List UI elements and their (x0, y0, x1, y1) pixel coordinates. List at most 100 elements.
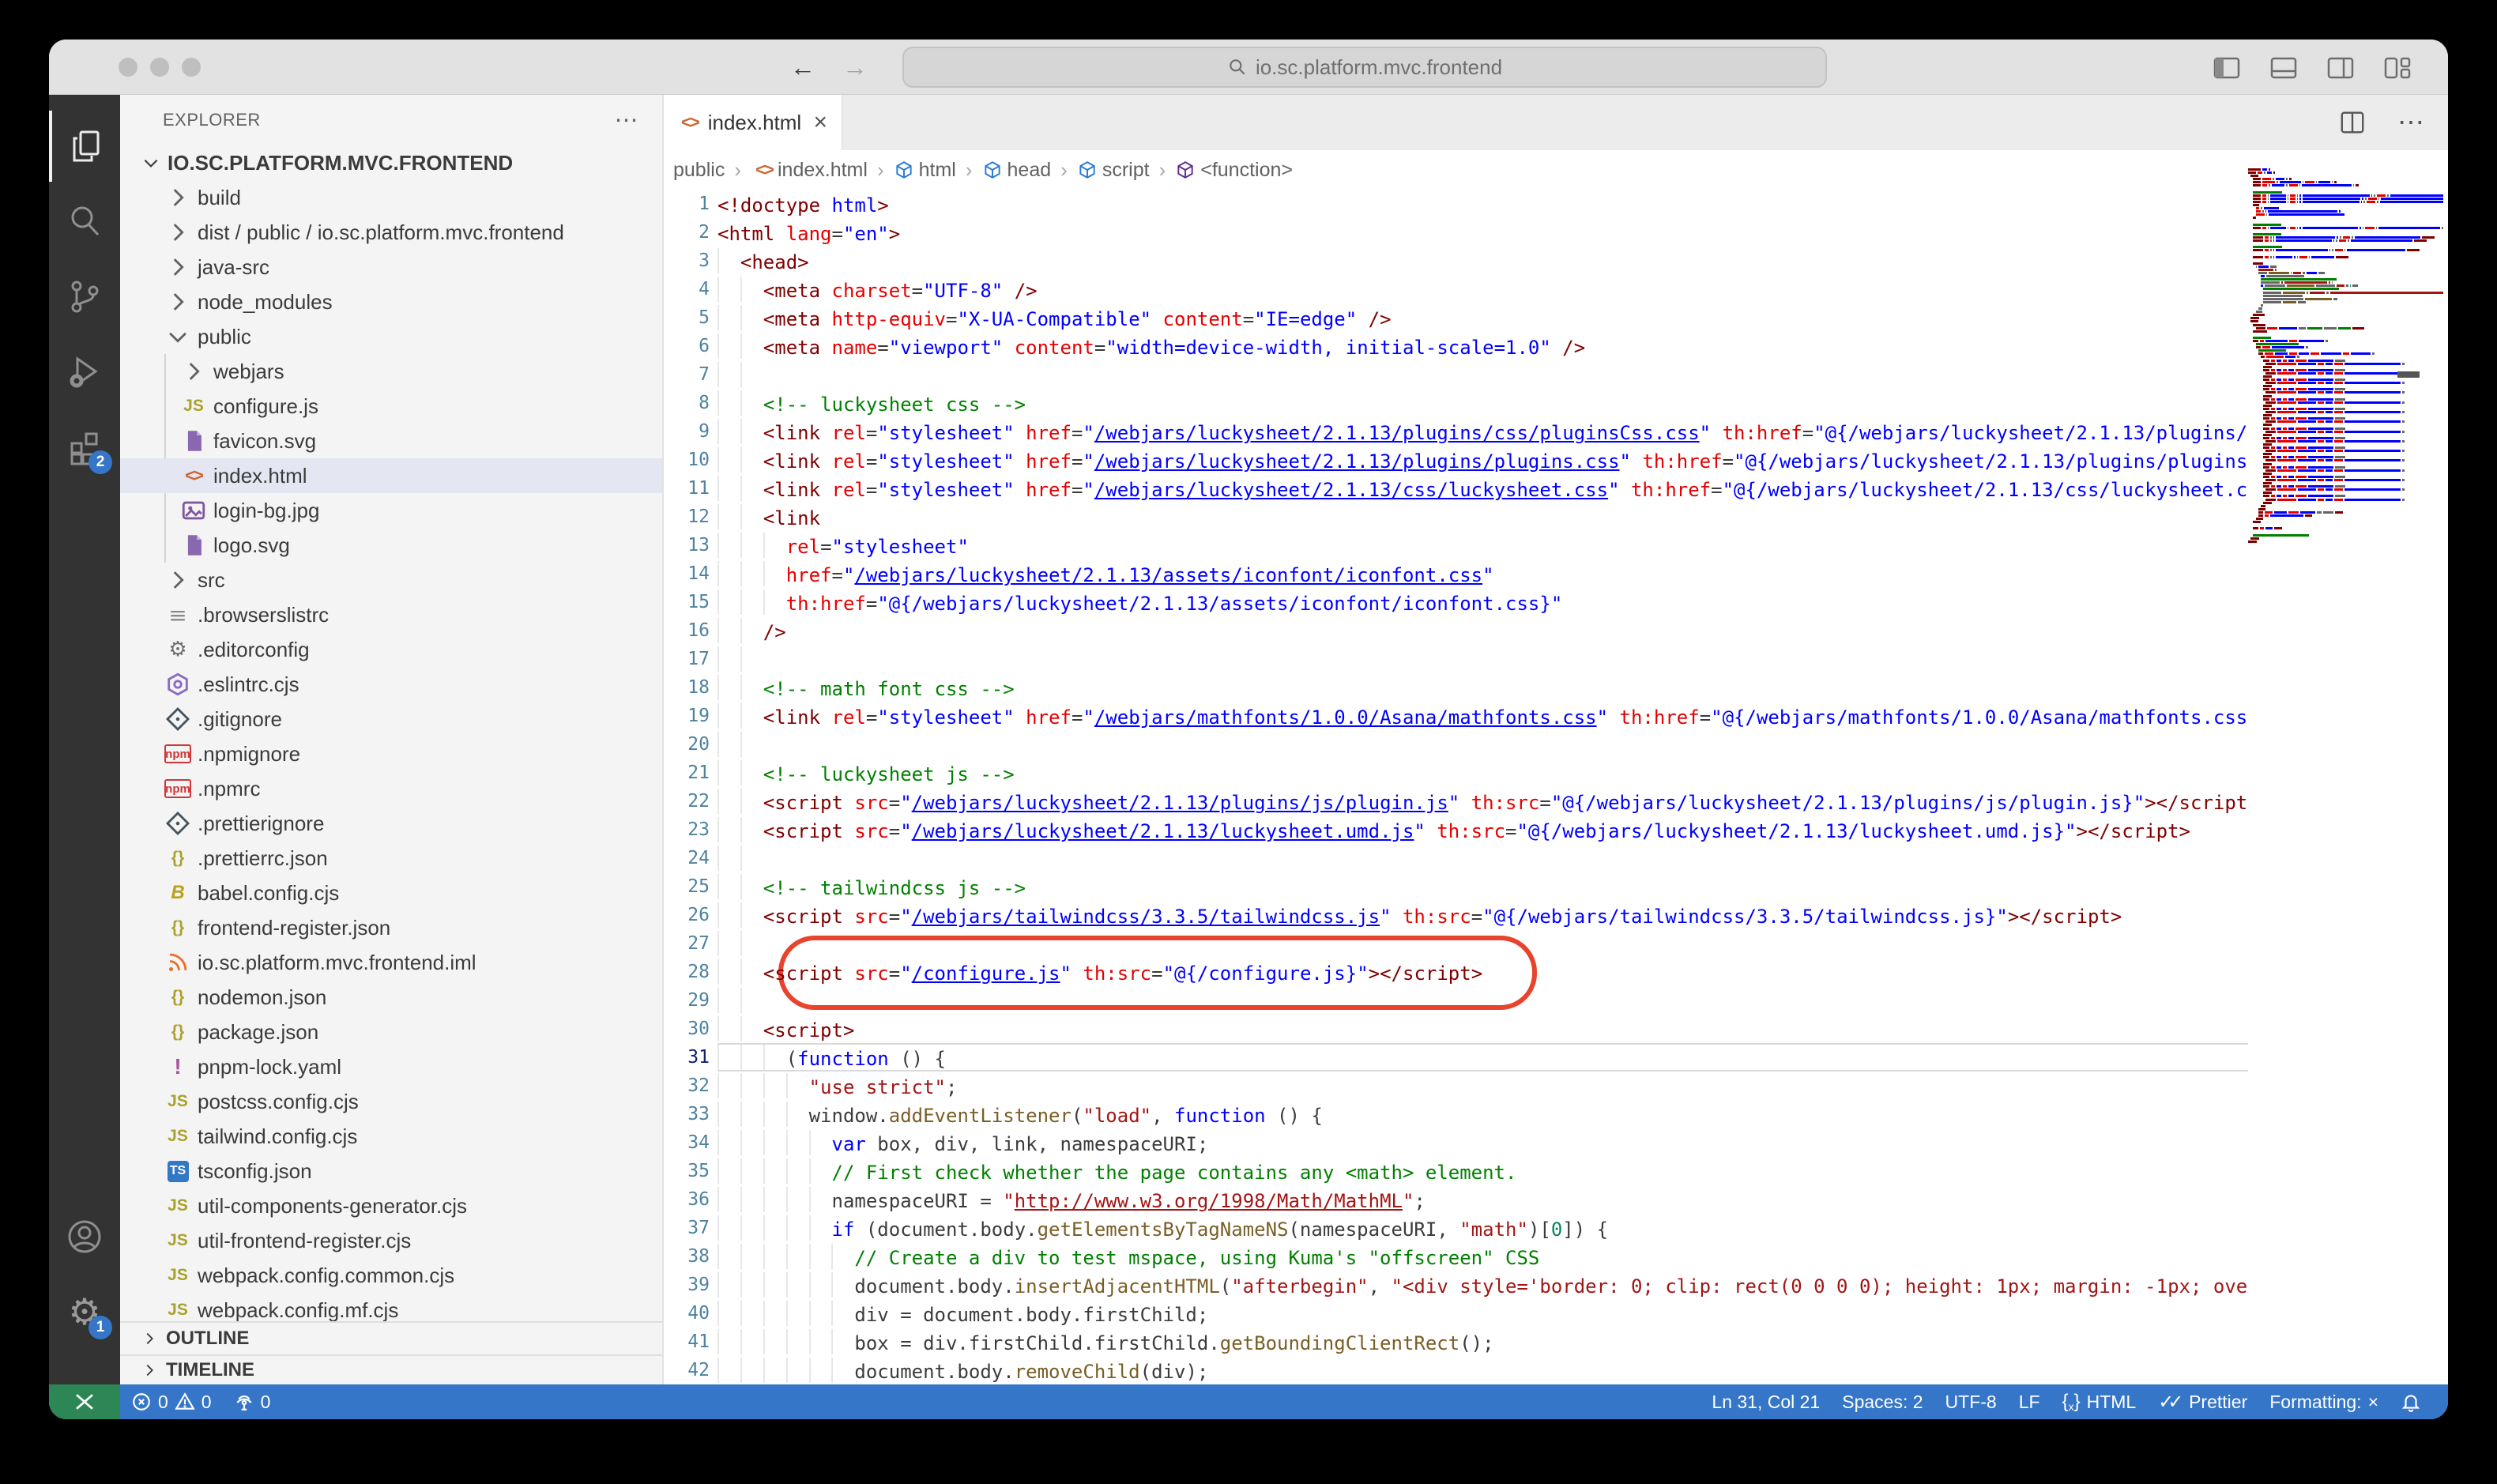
project-root-row[interactable]: IO.SC.PLATFORM.MVC.FRONTEND (120, 145, 662, 180)
formatting-status[interactable]: Formatting: × (2258, 1384, 2390, 1419)
tree-item-gitignore[interactable]: .gitignore (120, 702, 662, 736)
code-line-13: 13 rel="stylesheet" (664, 531, 2248, 559)
tree-item-nodemon-json[interactable]: {}nodemon.json (120, 980, 662, 1015)
breadcrumb-item-function[interactable]: <function> (1175, 159, 1293, 182)
tree-item-editorconfig[interactable]: ⚙.editorconfig (120, 632, 662, 667)
source-control-icon[interactable] (49, 261, 120, 332)
tree-item-configure-js[interactable]: JSconfigure.js (120, 389, 662, 424)
close-window-button[interactable] (119, 58, 137, 77)
breadcrumb-item-index-html[interactable]: <>index.html (751, 156, 868, 183)
line-number: 1 (664, 190, 710, 218)
settings-gear-icon[interactable]: ⚙ 1 (49, 1276, 120, 1347)
tree-item-logo-svg[interactable]: logo.svg (120, 528, 662, 563)
ports-status[interactable]: 0 (223, 1384, 282, 1419)
tree-item-webjars[interactable]: webjars (120, 354, 662, 389)
cursor-position[interactable]: Ln 31, Col 21 (1700, 1384, 1831, 1419)
tree-item-index-html[interactable]: <>index.html (120, 458, 662, 493)
explorer-more-actions-icon[interactable]: ⋯ (615, 107, 639, 134)
tree-item-babel-config-cjs[interactable]: Bbabel.config.cjs (120, 876, 662, 910)
outline-section-header[interactable]: OUTLINE (120, 1321, 662, 1354)
language-mode[interactable]: {x} HTML (2051, 1384, 2148, 1419)
accounts-icon[interactable] (49, 1201, 120, 1272)
toggle-panel-icon[interactable] (2269, 54, 2298, 82)
tab-index-html[interactable]: <> index.html × (664, 95, 842, 150)
tree-item-util-components-generator-cjs[interactable]: JSutil-components-generator.cjs (120, 1188, 662, 1223)
minimap-line (2248, 330, 2443, 333)
tree-item-login-bg-jpg[interactable]: login-bg.jpg (120, 493, 662, 528)
tree-item-package-json[interactable]: {}package.json (120, 1015, 662, 1049)
warning-icon (175, 1392, 195, 1412)
extensions-badge: 2 (89, 450, 112, 474)
split-editor-icon[interactable] (2339, 109, 2366, 136)
close-tab-icon[interactable]: × (813, 109, 827, 136)
encoding-status[interactable]: UTF-8 (1934, 1384, 2008, 1419)
run-debug-icon[interactable] (49, 336, 120, 407)
notifications-bell[interactable] (2390, 1384, 2432, 1419)
tree-item-browserslistrc[interactable]: ≡.browserslistrc (120, 597, 662, 632)
tree-item-pnpm-lock-yaml[interactable]: !pnpm-lock.yaml (120, 1049, 662, 1084)
tree-item-build[interactable]: build (120, 180, 662, 215)
tree-item-src[interactable]: src (120, 563, 662, 597)
tree-item-tsconfig-json[interactable]: TStsconfig.json (120, 1154, 662, 1188)
search-view-icon[interactable] (49, 186, 120, 257)
tree-item-postcss-config-cjs[interactable]: JSpostcss.config.cjs (120, 1084, 662, 1119)
indentation-status[interactable]: Spaces: 2 (1831, 1384, 1934, 1419)
minimap-line (2248, 191, 2443, 194)
minimap-line (2248, 456, 2443, 458)
tree-item-dist-public-io-sc-platform-mvc-frontend[interactable]: dist / public / io.sc.platform.mvc.front… (120, 215, 662, 250)
formatter-status[interactable]: ✓✓ Prettier (2147, 1384, 2258, 1419)
explorer-view-icon[interactable] (49, 111, 120, 182)
minimize-window-button[interactable] (150, 58, 169, 77)
minimap[interactable] (2248, 168, 2443, 544)
tree-item-favicon-svg[interactable]: favicon.svg (120, 424, 662, 458)
js-file-icon: JS (164, 1192, 191, 1219)
minimap-line (2248, 272, 2443, 274)
minimap-line (2248, 356, 2443, 358)
tree-item-prettierignore[interactable]: .prettierignore (120, 806, 662, 841)
code-editor[interactable]: 1<!doctype html>2<html lang="en">3 <head… (664, 190, 2248, 1384)
code-line-18: 18 <!-- math font css --> (664, 673, 2248, 702)
navigate-back-icon[interactable]: ← (790, 53, 815, 82)
customize-layout-icon[interactable] (2383, 54, 2412, 82)
tree-item-node-modules[interactable]: node_modules (120, 284, 662, 319)
command-center[interactable]: io.sc.platform.mvc.frontend (902, 47, 1827, 88)
file-tree: builddist / public / io.sc.platform.mvc.… (120, 180, 662, 1321)
tree-item-webpack-config-mf-cjs[interactable]: JSwebpack.config.mf.cjs (120, 1293, 662, 1321)
remote-indicator[interactable] (49, 1384, 120, 1419)
tree-item-eslintrc-cjs[interactable]: .eslintrc.cjs (120, 667, 662, 702)
minimap-line (2248, 230, 2443, 232)
minimap-line (2248, 278, 2443, 281)
diamond-icon (164, 706, 191, 733)
outline-label: OUTLINE (166, 1328, 249, 1350)
toggle-secondary-sidebar-icon[interactable] (2326, 54, 2355, 82)
tree-item-public[interactable]: public (120, 319, 662, 354)
eol-status[interactable]: LF (2008, 1384, 2051, 1419)
breadcrumb-separator: › (1056, 158, 1072, 183)
timeline-section-header[interactable]: TIMELINE (120, 1354, 662, 1384)
close-small-icon: × (2368, 1392, 2378, 1413)
html-file-icon: <> (180, 462, 207, 489)
editor-more-actions-icon[interactable]: ⋯ (2397, 107, 2424, 138)
navigate-forward-icon[interactable]: → (842, 53, 868, 82)
tree-item-webpack-config-common-cjs[interactable]: JSwebpack.config.common.cjs (120, 1258, 662, 1293)
tree-item-prettierrc-json[interactable]: {}.prettierrc.json (120, 841, 662, 876)
tree-item-frontend-register-json[interactable]: {}frontend-register.json (120, 910, 662, 945)
tree-item-java-src[interactable]: java-src (120, 250, 662, 284)
tree-item-io-sc-platform-mvc-frontend-iml[interactable]: io.sc.platform.mvc.frontend.iml (120, 945, 662, 980)
tree-item-npmignore[interactable]: npm.npmignore (120, 736, 662, 771)
line-number: 15 (664, 588, 710, 616)
breadcrumb-item-public[interactable]: public (673, 159, 725, 182)
toggle-primary-sidebar-icon[interactable] (2213, 54, 2241, 82)
minimap-line (2248, 194, 2443, 197)
maximize-window-button[interactable] (182, 58, 201, 77)
tree-item-util-frontend-register-cjs[interactable]: JSutil-frontend-register.cjs (120, 1223, 662, 1258)
breadcrumb-item-html[interactable]: html (894, 159, 956, 182)
js-file-icon: JS (164, 1123, 191, 1150)
tree-item-npmrc[interactable]: npm.npmrc (120, 771, 662, 806)
extensions-icon[interactable]: 2 (49, 411, 120, 482)
minimap-line (2248, 395, 2443, 397)
problems-status[interactable]: 0 0 (120, 1384, 223, 1419)
breadcrumb-item-script[interactable]: script (1077, 159, 1150, 182)
tree-item-tailwind-config-cjs[interactable]: JStailwind.config.cjs (120, 1119, 662, 1154)
breadcrumb-item-head[interactable]: head (982, 159, 1052, 182)
